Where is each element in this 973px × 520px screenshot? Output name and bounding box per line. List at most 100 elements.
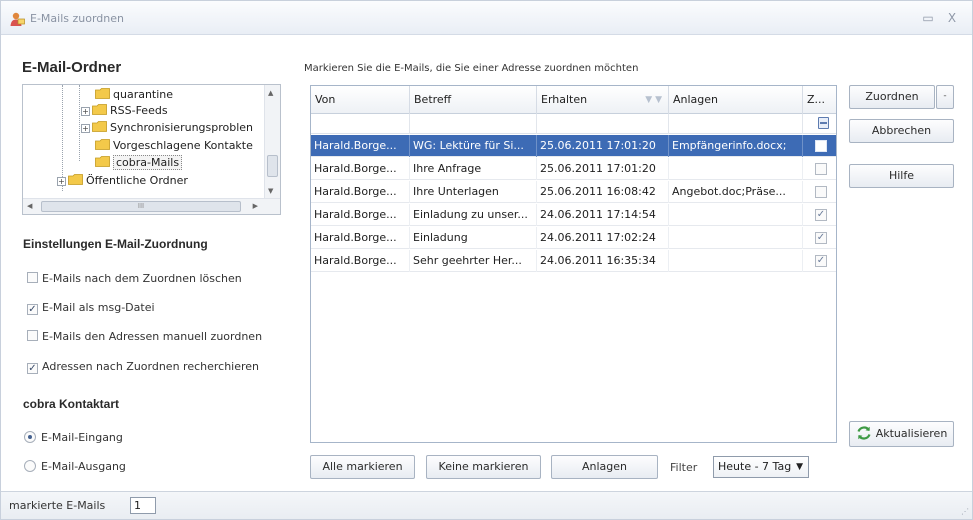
radio-email-incoming[interactable]: E-Mail-Eingang — [24, 430, 123, 446]
checkbox[interactable]: ✓ — [27, 304, 38, 315]
email-grid[interactable]: Von Betreff Erhalten ▼ ▼ Anlagen Z... Ha… — [310, 85, 837, 443]
contact-type-heading: cobra Kontaktart — [23, 397, 120, 411]
assign-split-button[interactable]: - — [936, 85, 954, 109]
tree-horizontal-scrollbar[interactable]: ◀ III ▶ — [23, 198, 280, 214]
folder-tree[interactable]: quarantine + RSS-Feeds + Synchronisierungs… — [22, 84, 281, 215]
folder-icon — [95, 156, 110, 167]
minimize-button[interactable]: ▭ — [919, 10, 937, 26]
checkbox[interactable] — [27, 272, 38, 283]
resize-grip-icon[interactable]: ⋰ — [961, 507, 969, 516]
scroll-left-icon[interactable]: ◀ — [27, 202, 32, 210]
grid-header: Von Betreff Erhalten ▼ ▼ Anlagen Z... — [311, 86, 836, 114]
cell-betreff: Ihre Anfrage — [410, 158, 537, 180]
option-label: Adressen nach Zuordnen recherchieren — [42, 360, 260, 373]
table-row[interactable]: Harald.Borge... Sehr geehrter Her... 24.… — [311, 250, 836, 272]
tree-item-quarantine[interactable]: quarantine — [95, 87, 173, 103]
mark-all-button[interactable]: Alle markieren — [310, 455, 415, 479]
mark-none-button[interactable]: Keine markieren — [426, 455, 541, 479]
checkbox[interactable]: ✓ — [27, 363, 38, 374]
option-research-addresses[interactable]: ✓ Adressen nach Zuordnen recherchieren — [27, 359, 259, 375]
row-checkbox[interactable] — [815, 140, 827, 152]
row-checkbox[interactable]: ✓ — [815, 232, 827, 244]
tree-item-label: quarantine — [113, 88, 174, 101]
radio-button[interactable] — [24, 431, 36, 443]
row-checkbox[interactable] — [815, 163, 827, 175]
tree-item-label: Synchronisierungsproblen — [110, 121, 254, 134]
table-row[interactable]: Harald.Borge... Ihre Anfrage 25.06.2011 … — [311, 158, 836, 180]
filter-cell[interactable] — [669, 114, 803, 134]
column-header-zugeordnet[interactable]: Z... — [803, 86, 836, 114]
column-header-erhalten[interactable]: Erhalten ▼ ▼ — [537, 86, 669, 114]
tree-item-label: Öffentliche Ordner — [86, 174, 188, 187]
radio-label: E-Mail-Ausgang — [41, 460, 126, 473]
column-header-anlagen[interactable]: Anlagen — [669, 86, 803, 114]
row-checkbox[interactable]: ✓ — [815, 209, 827, 221]
cell-erhalten: 24.06.2011 17:02:24 — [537, 227, 669, 249]
tree-item-cobra-mails[interactable]: cobra-Mails — [95, 155, 183, 171]
tree-item-sync-problems[interactable]: + Synchronisierungsproblen — [81, 120, 253, 136]
option-manual-assign[interactable]: E-Mails den Adressen manuell zuordnen — [27, 329, 262, 345]
sort-icon[interactable]: ▼ ▼ — [645, 86, 662, 114]
option-label: E-Mail als msg-Datei — [42, 301, 155, 314]
refresh-icon — [857, 426, 871, 440]
refresh-button[interactable]: Aktualisieren — [849, 421, 954, 447]
help-button[interactable]: Hilfe — [849, 164, 954, 188]
filter-dropdown[interactable]: Heute - 7 Tag ▼ — [713, 456, 809, 478]
table-row[interactable]: Harald.Borge... Einladung 24.06.2011 17:… — [311, 227, 836, 249]
scroll-right-icon[interactable]: ▶ — [253, 202, 258, 210]
table-row[interactable]: Harald.Borge... Ihre Unterlagen 25.06.20… — [311, 181, 836, 203]
cell-von: Harald.Borge... — [311, 227, 410, 249]
cell-betreff: Sehr geehrter Her... — [410, 250, 537, 272]
chevron-down-icon[interactable]: ▼ — [796, 457, 803, 477]
cell-anlagen — [669, 227, 803, 249]
radio-email-outgoing[interactable]: E-Mail-Ausgang — [24, 459, 126, 475]
folder-heading: E-Mail-Ordner — [22, 59, 122, 76]
cell-anlagen: Angebot.doc;Präse... — [669, 181, 803, 203]
expand-icon[interactable]: + — [81, 124, 90, 133]
expand-icon[interactable]: + — [81, 107, 90, 116]
settings-heading: Einstellungen E-Mail-Zuordnung — [23, 237, 208, 251]
tree-item-suggested-contacts[interactable]: Vorgeschlagene Kontakte — [95, 138, 253, 154]
table-row[interactable]: Harald.Borge... WG: Lektüre für Si... 25… — [311, 135, 836, 157]
tree-item-label: cobra-Mails — [113, 155, 183, 170]
option-delete-after-assign[interactable]: E-Mails nach dem Zuordnen löschen — [27, 271, 242, 287]
attachments-button[interactable]: Anlagen — [551, 455, 658, 479]
expand-icon[interactable]: + — [57, 177, 66, 186]
app-icon — [10, 12, 25, 26]
table-row[interactable]: Harald.Borge... Einladung zu unser... 24… — [311, 204, 836, 226]
radio-button[interactable] — [24, 460, 36, 472]
filter-label: Filter — [670, 461, 698, 474]
grid-filter-row[interactable] — [311, 114, 836, 134]
row-checkbox[interactable] — [815, 186, 827, 198]
option-label: E-Mails nach dem Zuordnen löschen — [42, 272, 242, 285]
cancel-button[interactable]: Abbrechen — [849, 119, 954, 143]
option-save-as-msg[interactable]: ✓ E-Mail als msg-Datei — [27, 300, 155, 316]
cell-anlagen — [669, 250, 803, 272]
scroll-thumb[interactable] — [267, 155, 278, 177]
filter-cell[interactable] — [537, 114, 669, 134]
close-button[interactable]: X — [943, 10, 961, 26]
folder-icon — [68, 174, 83, 185]
cell-von: Harald.Borge... — [311, 181, 410, 203]
column-label: Erhalten — [541, 93, 588, 106]
tree-item-rss-feeds[interactable]: + RSS-Feeds — [81, 103, 168, 119]
cell-anlagen — [669, 204, 803, 226]
row-checkbox[interactable]: ✓ — [815, 255, 827, 267]
tree-vertical-scrollbar[interactable]: ▲ ▼ — [264, 85, 280, 198]
cell-betreff: Einladung zu unser... — [410, 204, 537, 226]
scroll-thumb[interactable]: III — [41, 201, 241, 212]
checkbox[interactable] — [27, 330, 38, 341]
cell-erhalten: 25.06.2011 17:01:20 — [537, 135, 669, 157]
cell-anlagen: Empfängerinfo.docx; — [669, 135, 803, 157]
column-header-betreff[interactable]: Betreff — [410, 86, 537, 114]
cell-erhalten: 25.06.2011 16:08:42 — [537, 181, 669, 203]
filter-cell[interactable] — [311, 114, 410, 134]
filter-cell[interactable] — [410, 114, 537, 134]
assign-button[interactable]: Zuordnen — [849, 85, 935, 109]
cell-betreff: WG: Lektüre für Si... — [410, 135, 537, 157]
filter-icon[interactable] — [818, 117, 829, 129]
scroll-up-icon[interactable]: ▲ — [268, 89, 273, 97]
column-header-von[interactable]: Von — [311, 86, 410, 114]
scroll-down-icon[interactable]: ▼ — [268, 187, 273, 195]
tree-item-public-folders[interactable]: + Öffentliche Ordner — [57, 173, 188, 189]
